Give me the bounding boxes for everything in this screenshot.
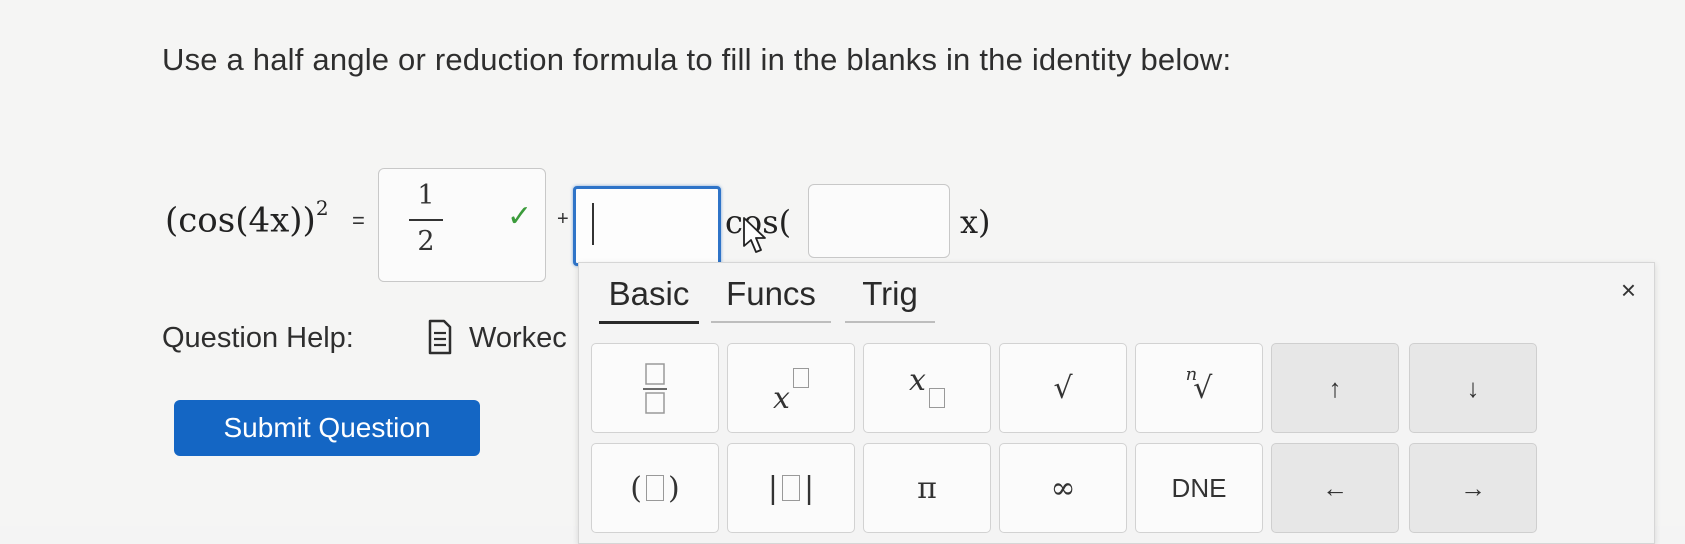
x-variable: x bbox=[909, 362, 926, 398]
subscript-slot bbox=[928, 388, 945, 408]
lhs-expression: (cos(4x)) bbox=[165, 200, 316, 241]
nth-root-key[interactable]: n √ bbox=[1135, 343, 1263, 433]
angle-multiplier-input[interactable] bbox=[808, 184, 950, 258]
pi-symbol: π bbox=[917, 470, 937, 506]
right-arrow-icon: → bbox=[1460, 472, 1486, 503]
equals-sign: = bbox=[352, 208, 365, 233]
instruction-text: Use a half angle or reduction formula to… bbox=[162, 42, 1232, 77]
question-help-label: Question Help: bbox=[162, 322, 354, 354]
left-arrow-icon: ← bbox=[1322, 472, 1348, 503]
abs-bar-right: | bbox=[804, 470, 815, 506]
mouse-cursor-icon bbox=[743, 217, 766, 253]
fraction-denominator: 2 bbox=[417, 226, 435, 257]
square-root-key[interactable]: √ bbox=[999, 343, 1127, 433]
nth-root-index: n bbox=[1185, 363, 1198, 385]
left-arrow-key[interactable]: ← bbox=[1271, 443, 1399, 533]
fraction-bar bbox=[409, 219, 443, 221]
equation-tail: x) bbox=[960, 203, 991, 241]
dne-key[interactable]: DNE bbox=[1135, 443, 1263, 533]
parentheses-key[interactable]: ( ) bbox=[591, 443, 719, 533]
up-arrow-key[interactable]: ↑ bbox=[1271, 343, 1399, 433]
abs-bar-left: | bbox=[767, 470, 778, 506]
infinity-symbol: ∞ bbox=[1050, 470, 1076, 506]
sqrt-icon: √ bbox=[1053, 370, 1073, 406]
tab-basic[interactable]: Basic bbox=[599, 275, 699, 324]
fraction-template-icon bbox=[643, 363, 667, 414]
equation-lhs: (cos(4x))2 bbox=[165, 196, 329, 241]
coefficient-input[interactable] bbox=[573, 186, 721, 266]
close-icon[interactable]: × bbox=[1621, 275, 1636, 306]
fraction-answer: 1 2 bbox=[409, 179, 443, 259]
text-caret bbox=[592, 203, 594, 245]
fraction-key[interactable] bbox=[591, 343, 719, 433]
document-icon bbox=[428, 319, 452, 355]
tab-funcs[interactable]: Funcs bbox=[711, 275, 831, 323]
x-variable: x bbox=[773, 380, 790, 416]
superscript-slot bbox=[792, 368, 809, 388]
down-arrow-icon: ↓ bbox=[1466, 372, 1480, 403]
dne-label: DNE bbox=[1171, 472, 1227, 503]
paren-slot bbox=[646, 475, 664, 501]
answer-box-1[interactable]: 1 2 ✓ bbox=[378, 168, 546, 282]
plus-sign: + bbox=[557, 208, 569, 230]
subscript-key[interactable]: x bbox=[863, 343, 991, 433]
submit-question-button[interactable]: Submit Question bbox=[174, 400, 480, 456]
math-palette: Basic Funcs Trig × x x √ n √ ↑ ↓ () | |… bbox=[578, 262, 1655, 544]
right-arrow-key[interactable]: → bbox=[1409, 443, 1537, 533]
page: Use a half angle or reduction formula to… bbox=[0, 0, 1685, 544]
check-icon: ✓ bbox=[507, 200, 533, 233]
infinity-key[interactable]: ∞ bbox=[999, 443, 1127, 533]
pi-key[interactable]: π bbox=[863, 443, 991, 533]
absolute-value-key[interactable]: | | bbox=[727, 443, 855, 533]
fraction-numerator: 1 bbox=[417, 180, 435, 211]
lhs-exponent: 2 bbox=[315, 196, 329, 220]
tab-trig[interactable]: Trig bbox=[845, 275, 935, 323]
worked-example-link[interactable]: Workec bbox=[469, 322, 567, 355]
exponent-key[interactable]: x bbox=[727, 343, 855, 433]
down-arrow-key[interactable]: ↓ bbox=[1409, 343, 1537, 433]
up-arrow-icon: ↑ bbox=[1328, 372, 1342, 403]
abs-slot bbox=[782, 475, 800, 501]
open-paren: ( bbox=[630, 470, 642, 506]
close-paren: ) bbox=[668, 470, 680, 506]
